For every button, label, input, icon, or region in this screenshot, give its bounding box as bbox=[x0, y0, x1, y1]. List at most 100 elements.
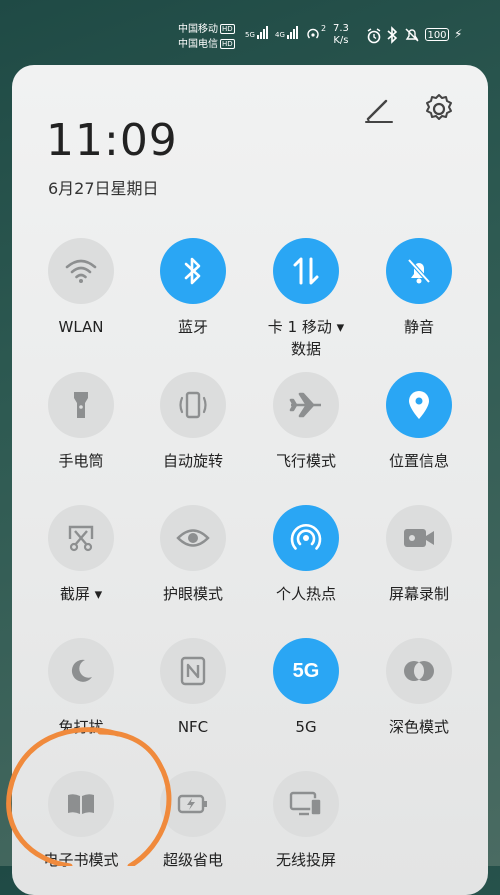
tile-super-power-saving[interactable]: 超级省电 bbox=[137, 771, 249, 871]
tile-mobile-data-button[interactable] bbox=[273, 238, 339, 304]
airplane-icon bbox=[289, 392, 321, 418]
tile-label[interactable]: 截屏 ▾ bbox=[25, 583, 137, 605]
tile-label: 卡 1 移动 ▾ 数据 bbox=[250, 316, 362, 360]
5g-icon: 5G bbox=[292, 659, 320, 682]
tile-label: 个人热点 bbox=[275, 585, 336, 603]
charging-icon: ⚡ bbox=[454, 27, 463, 41]
tile-screen-record[interactable]: 屏幕录制 bbox=[363, 505, 475, 605]
hotspot-count: 2 bbox=[321, 24, 327, 33]
tile-airplane-button[interactable] bbox=[273, 372, 339, 438]
signal-4g-icon: 4G bbox=[275, 26, 299, 39]
eye-icon bbox=[176, 529, 210, 547]
speed-unit: K/s bbox=[333, 35, 349, 46]
tile-label: 超级省电 bbox=[162, 851, 223, 869]
tile-label: 自动旋转 bbox=[162, 452, 223, 470]
carrier-2: 中国电信 bbox=[178, 39, 218, 50]
tile-label: 屏幕录制 bbox=[388, 585, 449, 603]
edit-icon[interactable] bbox=[360, 92, 396, 128]
tile-ebook-mode-button[interactable] bbox=[48, 771, 114, 837]
mute-status-icon bbox=[405, 28, 419, 42]
status-bar: 中国移动 HD 中国电信 HD 5G 4G 2 7.3 K/s 100 ⚡ bbox=[0, 0, 500, 60]
moon-icon bbox=[71, 659, 92, 682]
tile-wlan-button[interactable] bbox=[48, 238, 114, 304]
tile-nfc-button[interactable] bbox=[160, 638, 226, 704]
wifi-icon bbox=[65, 259, 97, 283]
tile-auto-rotate[interactable]: 自动旋转 bbox=[137, 372, 249, 472]
tile-label: NFC bbox=[177, 718, 209, 736]
hd-badge-2: HD bbox=[220, 39, 235, 49]
tile-eye-comfort-button[interactable] bbox=[160, 505, 226, 571]
tile-label-line2: 数据 bbox=[290, 340, 321, 358]
flashlight-icon bbox=[74, 392, 88, 418]
auto-rotate-icon bbox=[179, 391, 207, 419]
battery-icon: 100 bbox=[425, 28, 449, 41]
tile-ebook-mode[interactable]: 电子书模式 bbox=[25, 771, 137, 871]
tile-flashlight-button[interactable] bbox=[48, 372, 114, 438]
tile-bluetooth[interactable]: 蓝牙 bbox=[137, 238, 249, 338]
tile-label: 免打扰 bbox=[58, 718, 104, 736]
tile-eye-comfort[interactable]: 护眼模式 bbox=[137, 505, 249, 605]
location-icon bbox=[409, 391, 429, 419]
tile-label: 5G bbox=[295, 718, 317, 736]
tile-nfc[interactable]: NFC bbox=[137, 638, 249, 738]
signal-5g-icon: 5G bbox=[245, 26, 269, 39]
bell-off-icon bbox=[407, 258, 431, 284]
carrier-1: 中国移动 bbox=[178, 24, 218, 35]
hotspot-icon bbox=[290, 524, 322, 550]
tile-label: 静音 bbox=[403, 318, 434, 336]
tile-location-button[interactable] bbox=[386, 372, 452, 438]
mobile-data-icon bbox=[293, 257, 319, 285]
tile-label: 飞行模式 bbox=[275, 452, 336, 470]
tile-label: 无线投屏 bbox=[275, 851, 336, 869]
tile-screenshot-button[interactable] bbox=[48, 505, 114, 571]
alarm-icon bbox=[367, 28, 381, 44]
dark-mode-icon bbox=[404, 661, 434, 681]
tile-label: 电子书模式 bbox=[43, 851, 119, 869]
screenshot-icon bbox=[68, 525, 94, 552]
screen-record-icon bbox=[404, 529, 434, 547]
tile-do-not-disturb[interactable]: 免打扰 bbox=[25, 638, 137, 738]
tile-label: 深色模式 bbox=[388, 718, 449, 736]
tile-label-line1[interactable]: 卡 1 移动 ▾ bbox=[250, 316, 362, 338]
tile-label: 位置信息 bbox=[388, 452, 449, 470]
tile-screen-record-button[interactable] bbox=[386, 505, 452, 571]
hd-badge-1: HD bbox=[220, 24, 235, 34]
tile-mute[interactable]: 静音 bbox=[363, 238, 475, 338]
speed-value: 7.3 bbox=[333, 23, 349, 34]
tile-label: 护眼模式 bbox=[162, 585, 223, 603]
tile-5g[interactable]: 5G 5G bbox=[250, 638, 362, 738]
tile-screenshot[interactable]: 截屏 ▾ bbox=[25, 505, 137, 605]
tile-personal-hotspot[interactable]: 个人热点 bbox=[250, 505, 362, 605]
net-type-1: 5G bbox=[245, 31, 255, 39]
tile-bluetooth-button[interactable] bbox=[160, 238, 226, 304]
nfc-icon bbox=[180, 656, 206, 686]
tile-dark-mode[interactable]: 深色模式 bbox=[363, 638, 475, 738]
tile-wireless-projection[interactable]: 无线投屏 bbox=[250, 771, 362, 871]
bluetooth-status-icon bbox=[387, 26, 398, 44]
clock-time: 11:09 bbox=[46, 115, 178, 166]
tile-wireless-projection-button[interactable] bbox=[273, 771, 339, 837]
tile-mobile-data[interactable]: 卡 1 移动 ▾ 数据 bbox=[250, 238, 362, 360]
bluetooth-icon bbox=[184, 257, 201, 285]
settings-gear-icon[interactable] bbox=[420, 90, 458, 128]
tile-wlan[interactable]: WLAN bbox=[25, 238, 137, 338]
tile-super-power-saving-button[interactable] bbox=[160, 771, 226, 837]
battery-saver-icon bbox=[177, 794, 207, 814]
wireless-projection-icon bbox=[289, 791, 322, 816]
tile-5g-button[interactable]: 5G bbox=[273, 638, 339, 704]
tile-do-not-disturb-button[interactable] bbox=[48, 638, 114, 704]
clock-date: 6月27日星期日 bbox=[48, 179, 159, 198]
tile-flashlight[interactable]: 手电筒 bbox=[25, 372, 137, 472]
tile-label: 手电筒 bbox=[58, 452, 104, 470]
hotspot-status-icon bbox=[307, 28, 319, 39]
tile-mute-button[interactable] bbox=[386, 238, 452, 304]
tile-airplane[interactable]: 飞行模式 bbox=[250, 372, 362, 472]
net-type-2: 4G bbox=[275, 31, 285, 39]
ebook-icon bbox=[68, 794, 94, 814]
tile-auto-rotate-button[interactable] bbox=[160, 372, 226, 438]
tile-dark-mode-button[interactable] bbox=[386, 638, 452, 704]
network-speed: 7.3 K/s bbox=[333, 23, 349, 47]
tile-personal-hotspot-button[interactable] bbox=[273, 505, 339, 571]
tile-location[interactable]: 位置信息 bbox=[363, 372, 475, 472]
tile-label: 蓝牙 bbox=[177, 318, 208, 336]
